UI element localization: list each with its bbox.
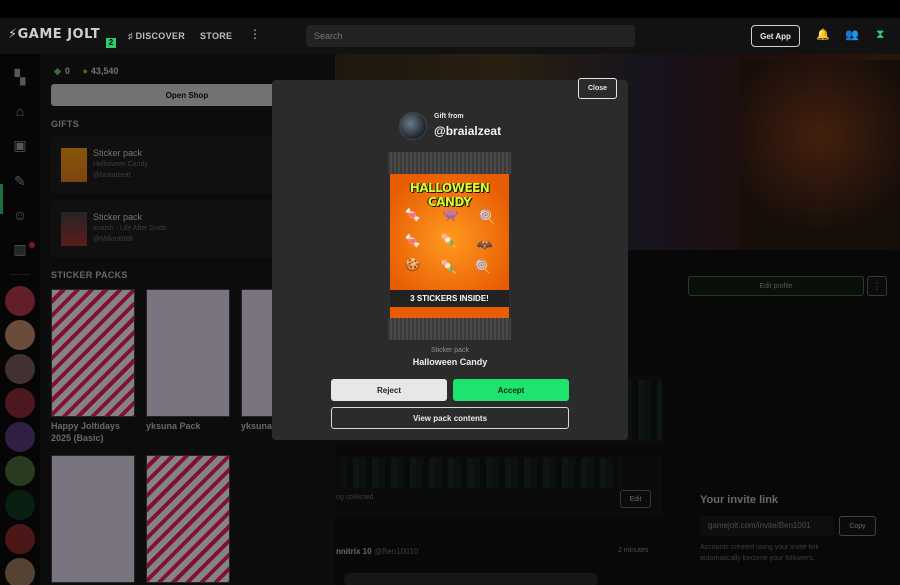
sticker-pack-label: Happy Joltidays 2025 (Basic) — [51, 421, 121, 443]
nav-discover-link[interactable]: ♯ DISCOVER — [128, 31, 185, 41]
nav-store-link[interactable]: STORE — [200, 31, 232, 41]
gamejolt-logo[interactable]: ⚡GAME JOLT — [8, 27, 100, 42]
sticker-pack-card[interactable] — [146, 289, 230, 417]
friends-icon[interactable]: 👥 — [845, 28, 859, 41]
gift-sender: @braialzeat — [93, 172, 131, 179]
rail-active-indicator — [0, 184, 3, 214]
library-icon[interactable]: ▥ — [9, 238, 31, 260]
currency-balance: ◆ 0 ● 43,540 — [54, 66, 118, 77]
backpack-icon[interactable]: ▣ — [9, 134, 31, 156]
lollipop-sticker-icon: 🍭 — [478, 209, 496, 224]
sticker-pack-card[interactable] — [146, 455, 230, 583]
post-image — [340, 458, 620, 488]
community-avatar[interactable] — [5, 286, 35, 316]
logo-badge: 2 — [106, 38, 116, 48]
gift-subtitle: Imaish - Life After Gods — [93, 225, 167, 232]
gift-subtitle: Halloween Candy — [93, 161, 148, 168]
top-navbar: ⚡GAME JOLT 2 ♯ DISCOVER STORE ⋮ Get App … — [0, 18, 900, 54]
cookie-sticker-icon: 🍪 — [404, 257, 422, 272]
notifications-bell-icon[interactable]: 🔔 — [816, 28, 830, 41]
gift-sender-name[interactable]: @braialzeat — [434, 124, 501, 138]
gift-pack-thumbnail — [61, 212, 87, 246]
nav-more-icon[interactable]: ⋮ — [249, 27, 261, 41]
pack-name: Halloween Candy — [412, 357, 488, 367]
copy-invite-button[interactable]: Copy — [839, 516, 876, 536]
gems-count: 0 — [64, 66, 70, 76]
sticker-packs-title: STICKER PACKS — [51, 270, 128, 280]
post-composer[interactable] — [344, 573, 598, 585]
post-author[interactable]: nnitrix 10 @Ben10010 — [336, 547, 418, 556]
community-avatar[interactable] — [5, 490, 35, 520]
gift-sender: @MilkerBBB — [93, 236, 133, 243]
ghost-sticker-icon: 🍬 — [404, 207, 422, 222]
sticker-pack-card[interactable] — [51, 289, 135, 417]
gift-name: Sticker pack — [93, 212, 143, 222]
rail-separator — [10, 274, 30, 275]
top-strip — [0, 0, 900, 18]
post-timestamp: 2 minutes — [618, 547, 649, 554]
community-avatar[interactable] — [5, 558, 35, 585]
banner-art — [740, 60, 900, 250]
invite-link-title: Your invite link — [700, 494, 779, 506]
chat-icon[interactable]: ☺ — [9, 204, 31, 226]
pack-art-title: HALLOWEEN CANDY — [409, 181, 490, 209]
community-avatar[interactable] — [5, 456, 35, 486]
sticker-pack-card[interactable] — [51, 455, 135, 583]
candy-sticker-icon: 🍬 — [404, 233, 422, 248]
accept-button[interactable]: Accept — [453, 379, 569, 401]
view-pack-contents-button[interactable]: View pack contents — [331, 407, 569, 429]
coins-count: 43,540 — [90, 66, 119, 76]
close-button[interactable]: Close — [578, 78, 617, 99]
gumball-sticker-icon: 🍡 — [440, 259, 458, 274]
left-rail: ▚ ⌂ ▣ ✎ ☺ ▥ — [0, 54, 40, 585]
monster-sticker-icon: 👾 — [442, 207, 460, 222]
user-avatar-icon[interactable]: ⧗ — [876, 27, 884, 42]
coin-icon: ● — [82, 66, 88, 76]
bat-sticker-icon: 🦇 — [476, 237, 494, 252]
pack-type-label: Sticker pack — [430, 347, 470, 354]
gift-pack-thumbnail — [61, 148, 87, 182]
pack-crimp-top — [388, 152, 511, 174]
candy-corn-sticker-icon: 🍡 — [440, 233, 458, 248]
invite-note: Accounts created using your invite link … — [700, 544, 820, 562]
store-icon[interactable]: ⌂ — [9, 100, 31, 122]
community-avatar[interactable] — [5, 320, 35, 350]
gifts-title: GIFTS — [51, 119, 79, 129]
post-collected-text: ng collected — [336, 494, 374, 501]
edit-post-button[interactable]: Edit — [620, 490, 651, 508]
search-input[interactable] — [306, 25, 635, 47]
activity-icon[interactable]: ▚ — [9, 66, 31, 88]
profile-more-button[interactable]: ⋮ — [867, 276, 887, 296]
gems-icon: ◆ — [54, 66, 61, 76]
community-avatar[interactable] — [5, 422, 35, 452]
pack-art-banner: 3 STICKERS INSIDE! — [390, 290, 509, 307]
community-avatar[interactable] — [5, 388, 35, 418]
sticker-pack-label: yksuna Pack — [146, 421, 201, 431]
edit-profile-button[interactable]: Edit profile — [688, 276, 864, 296]
reject-button[interactable]: Reject — [331, 379, 447, 401]
get-app-button[interactable]: Get App — [751, 25, 800, 47]
discover-icon: ♯ — [128, 31, 136, 41]
gift-name: Sticker pack — [93, 148, 143, 158]
community-avatar[interactable] — [5, 524, 35, 554]
pack-crimp-bottom — [388, 318, 511, 340]
lollipop-sticker-icon: 🍭 — [474, 259, 492, 274]
quests-icon[interactable]: ✎ — [9, 170, 31, 192]
sender-avatar[interactable] — [399, 112, 427, 140]
gift-from-label: Gift from — [434, 113, 464, 120]
community-avatar[interactable] — [5, 354, 35, 384]
invite-link-field[interactable]: gamejolt.com/invite/Ben1001 — [700, 516, 834, 536]
